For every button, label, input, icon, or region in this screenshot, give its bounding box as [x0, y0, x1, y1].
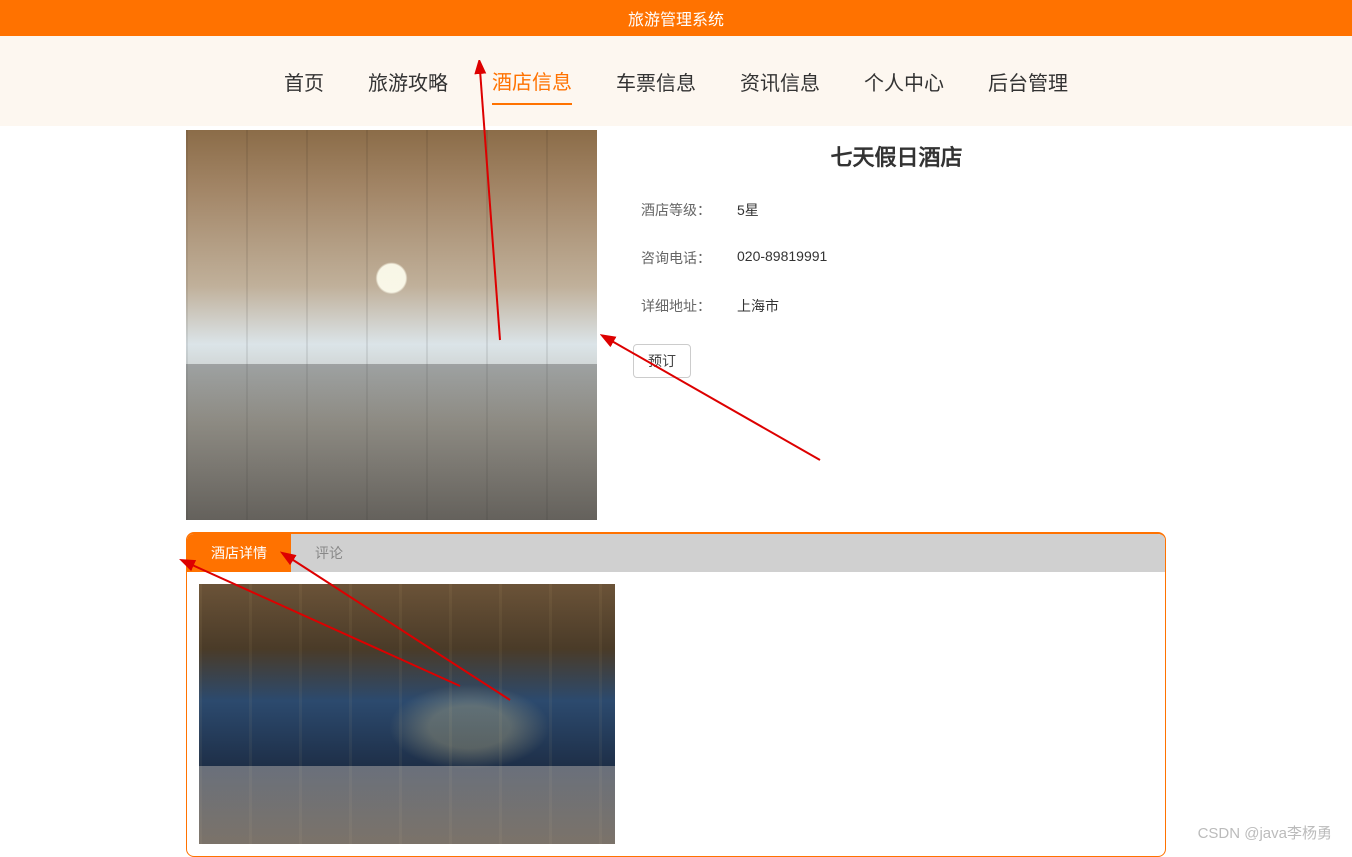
tab-detail[interactable]: 酒店详情: [187, 534, 291, 572]
addr-value: 上海市: [737, 296, 779, 316]
info-address: 详细地址： 上海市: [627, 296, 1166, 316]
grade-label: 酒店等级：: [641, 200, 737, 220]
nav-admin[interactable]: 后台管理: [988, 59, 1068, 104]
header-bar: 旅游管理系统: [0, 0, 1352, 36]
book-button[interactable]: 预订: [633, 344, 691, 378]
tabs-card: 酒店详情 评论: [186, 532, 1166, 857]
nav-ticket[interactable]: 车票信息: [616, 59, 696, 104]
main-content: 七天假日酒店 酒店等级： 5星 咨询电话： 020-89819991 详细地址：…: [186, 126, 1166, 857]
hotel-main-image: [186, 130, 597, 520]
hotel-title: 七天假日酒店: [627, 140, 1166, 172]
tab-comment[interactable]: 评论: [291, 534, 367, 572]
nav-news[interactable]: 资讯信息: [740, 59, 820, 104]
nav-home[interactable]: 首页: [284, 59, 324, 104]
nav-hotel[interactable]: 酒店信息: [492, 58, 572, 105]
nav-bar: 首页 旅游攻略 酒店信息 车票信息 资讯信息 个人中心 后台管理: [0, 36, 1352, 126]
phone-label: 咨询电话：: [641, 248, 737, 268]
hotel-detail-image: [199, 584, 615, 844]
info-grade: 酒店等级： 5星: [627, 200, 1166, 220]
tabs-header: 酒店详情 评论: [187, 534, 1165, 572]
nav-strategy[interactable]: 旅游攻略: [368, 59, 448, 104]
addr-label: 详细地址：: [641, 296, 737, 316]
nav-profile[interactable]: 个人中心: [864, 59, 944, 104]
app-title: 旅游管理系统: [628, 6, 724, 30]
tab-content: [187, 572, 1165, 856]
hotel-detail-row: 七天假日酒店 酒店等级： 5星 咨询电话： 020-89819991 详细地址：…: [186, 130, 1166, 520]
hotel-info-panel: 七天假日酒店 酒店等级： 5星 咨询电话： 020-89819991 详细地址：…: [627, 130, 1166, 520]
phone-value: 020-89819991: [737, 248, 827, 268]
info-phone: 咨询电话： 020-89819991: [627, 248, 1166, 268]
watermark: CSDN @java李杨勇: [1198, 822, 1332, 843]
grade-value: 5星: [737, 200, 759, 220]
